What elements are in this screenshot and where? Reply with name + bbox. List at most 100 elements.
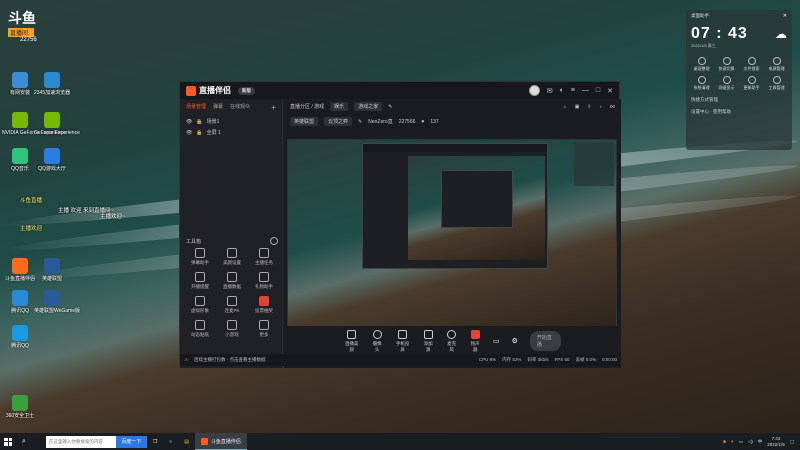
desktop-icon[interactable]: 360安全卫士 (2, 395, 38, 419)
desktop-icon[interactable]: 有网安装 (2, 72, 38, 96)
tool-item[interactable]: 小游戏 (216, 320, 248, 338)
tool-label: 开播提醒 (191, 284, 209, 289)
desktop-icon[interactable]: 腾讯QQ (2, 290, 38, 314)
taskbar-app-douyu[interactable]: 斗鱼直播伴侣 (194, 433, 247, 450)
task-view-icon[interactable]: ❐ (147, 433, 163, 450)
tool-item[interactable]: 投票抽奖 (248, 296, 280, 314)
gift-icon[interactable]: ▣ (575, 104, 580, 110)
bell-icon[interactable]: ♪ (600, 104, 603, 110)
tag-chip[interactable]: 云顶之弈 (324, 117, 353, 126)
stream-preview[interactable] (287, 139, 617, 337)
version-badge[interactable]: 新版 (238, 86, 255, 95)
scene-label: 全屏 1 (206, 130, 221, 136)
desktop-icon[interactable]: 英雄联盟WeGame版 (34, 290, 80, 314)
settings-icon[interactable]: ⚙ (512, 337, 518, 345)
phone-cast-button[interactable]: 手机投屏 (395, 329, 410, 353)
widget-link[interactable]: 快捷方式管理 (691, 97, 787, 103)
widget-shortcut[interactable]: 快速切换 (716, 57, 737, 72)
chevron-up-icon[interactable]: ˄ (731, 439, 734, 444)
lock-icon[interactable]: 🔒 (196, 119, 202, 125)
avatar[interactable] (528, 85, 540, 96)
widget-shortcut[interactable]: 更新助手 (741, 76, 762, 91)
tag-chip[interactable]: 英雄联盟 (290, 117, 319, 126)
desktop-icon[interactable]: 腾讯QQ (2, 325, 38, 349)
status-text[interactable]: 后续主播打包数 · 点击查看主播数据 (194, 357, 266, 363)
desktop-icon[interactable]: 2345加速浏览器 (34, 72, 70, 96)
edit-icon[interactable]: ✎ (388, 104, 392, 110)
tool-item[interactable]: 主播任务 (248, 248, 280, 266)
room-category[interactable]: 直播分区 / 游戏 (290, 103, 324, 110)
douyu-icon (200, 437, 208, 445)
maximize-icon[interactable]: □ (596, 87, 600, 94)
search-input[interactable]: 在这里输入你要搜索的内容 (45, 435, 116, 448)
tool-item[interactable]: 连麦PK (216, 296, 248, 314)
tool-item[interactable]: 美颜设置 (216, 248, 248, 266)
desktop-icon[interactable]: GeForce Experience (34, 112, 80, 136)
title-chip[interactable]: 游戏之家 (354, 102, 383, 111)
add-scene-icon[interactable]: + (271, 103, 276, 112)
tool-item[interactable]: 虚拟形象 (184, 296, 216, 314)
scene-item[interactable]: 👁 🔒 场景1 (180, 116, 282, 127)
network-icon[interactable]: ▭ (738, 439, 742, 445)
camera-button[interactable]: 摄像头 (371, 329, 383, 353)
tab-danmu[interactable]: 弹幕 (213, 103, 223, 112)
message-icon[interactable]: ✉ (547, 87, 553, 95)
desktop-icon[interactable]: 英雄联盟 (34, 258, 70, 282)
widget-shortcut[interactable]: 文件搜索 (741, 57, 762, 72)
menu-icon[interactable]: ≡ (571, 87, 575, 94)
taskbar-clock[interactable]: 7:43 2022/1/5 (767, 436, 785, 448)
close-icon[interactable]: ✕ (607, 87, 613, 95)
widget-shortcut-icon (697, 57, 706, 65)
lock-icon[interactable]: 🔒 (196, 130, 202, 136)
shop-icon[interactable]: ⌂ (564, 104, 567, 110)
search-icon[interactable]: ⌕ (22, 438, 26, 446)
widget-shortcut[interactable]: 电源管理 (766, 57, 787, 72)
tool-item[interactable]: 开播提醒 (184, 272, 216, 290)
mic-button[interactable]: 麦克风 (446, 329, 458, 353)
eye-icon[interactable]: 👁 (186, 119, 192, 125)
desktop-icon-label: QQ音乐 (11, 166, 29, 172)
eye-icon[interactable]: 👁 (186, 130, 192, 136)
widget-link[interactable]: 设置中心 · 使用帮助 (691, 109, 787, 115)
widget-shortcut-label: 文件搜索 (743, 66, 760, 71)
ime-icon[interactable]: 中 (758, 439, 763, 445)
tool-item[interactable]: 弹幕助手 (184, 248, 216, 266)
tray-app-icon[interactable]: ■ (723, 439, 726, 444)
minimize-icon[interactable]: — (582, 87, 589, 94)
add-source-button[interactable]: 添加源 (422, 329, 434, 353)
volume-icon[interactable]: ◁) (748, 439, 753, 445)
widget-shortcut[interactable]: 桌面整理 (691, 57, 712, 72)
tab-viewers[interactable]: 在线观众 (230, 103, 250, 112)
start-live-button[interactable]: 开始直播 (529, 331, 561, 351)
link-icon[interactable]: ⋈ (610, 104, 615, 110)
search-button[interactable]: 百度一下 (115, 435, 147, 448)
skin-icon[interactable]: ◐ (560, 87, 564, 94)
widget-shortcut[interactable]: 网速显示 (716, 76, 737, 91)
record-icon[interactable]: ▭ (493, 337, 500, 345)
widget-shortcut[interactable]: 工具管理 (766, 76, 787, 91)
left-panel: 场景管理 弹幕 在线观众 + 👁 🔒 场景1 👁 🔒 全屏 1 工具箱 弹幕助手… (180, 99, 283, 368)
edge-icon[interactable]: e (163, 433, 178, 450)
start-button[interactable] (0, 433, 16, 450)
tool-item[interactable]: 更多 (248, 320, 280, 338)
category-chip[interactable]: 娱乐 (330, 102, 349, 111)
explorer-icon[interactable]: ▤ (178, 433, 195, 450)
desktop-icon[interactable]: QQ音乐 (2, 148, 38, 172)
share-icon[interactable]: ⇪ (587, 104, 591, 110)
desktop-icon[interactable]: 斗鱼直播伴侣 (2, 258, 38, 282)
beauty-button[interactable]: 直播美颜 (344, 329, 359, 353)
tool-item[interactable]: 礼物助手 (248, 272, 280, 290)
notification-icon[interactable]: ▢ (790, 439, 794, 445)
edit-icon[interactable]: ✎ (358, 119, 362, 125)
desktop-icon[interactable]: NVIDIA GeForce Experience (2, 112, 66, 136)
tool-item[interactable]: 动态贴纸 (184, 320, 216, 338)
widget-close-icon[interactable]: ✕ (783, 13, 787, 19)
tab-scenes[interactable]: 场景管理 (186, 103, 206, 112)
tools-collapse-icon[interactable] (270, 237, 278, 245)
scene-item[interactable]: 👁 🔒 全屏 1 (180, 127, 282, 138)
desktop-icon[interactable]: QQ游戏大厅 (34, 148, 70, 172)
widget-shortcut-icon (772, 57, 781, 65)
tool-item[interactable]: 直播数据 (216, 272, 248, 290)
speaker-button[interactable]: 扬声器 (469, 329, 481, 353)
widget-shortcut[interactable]: 系统清理 (691, 76, 712, 91)
